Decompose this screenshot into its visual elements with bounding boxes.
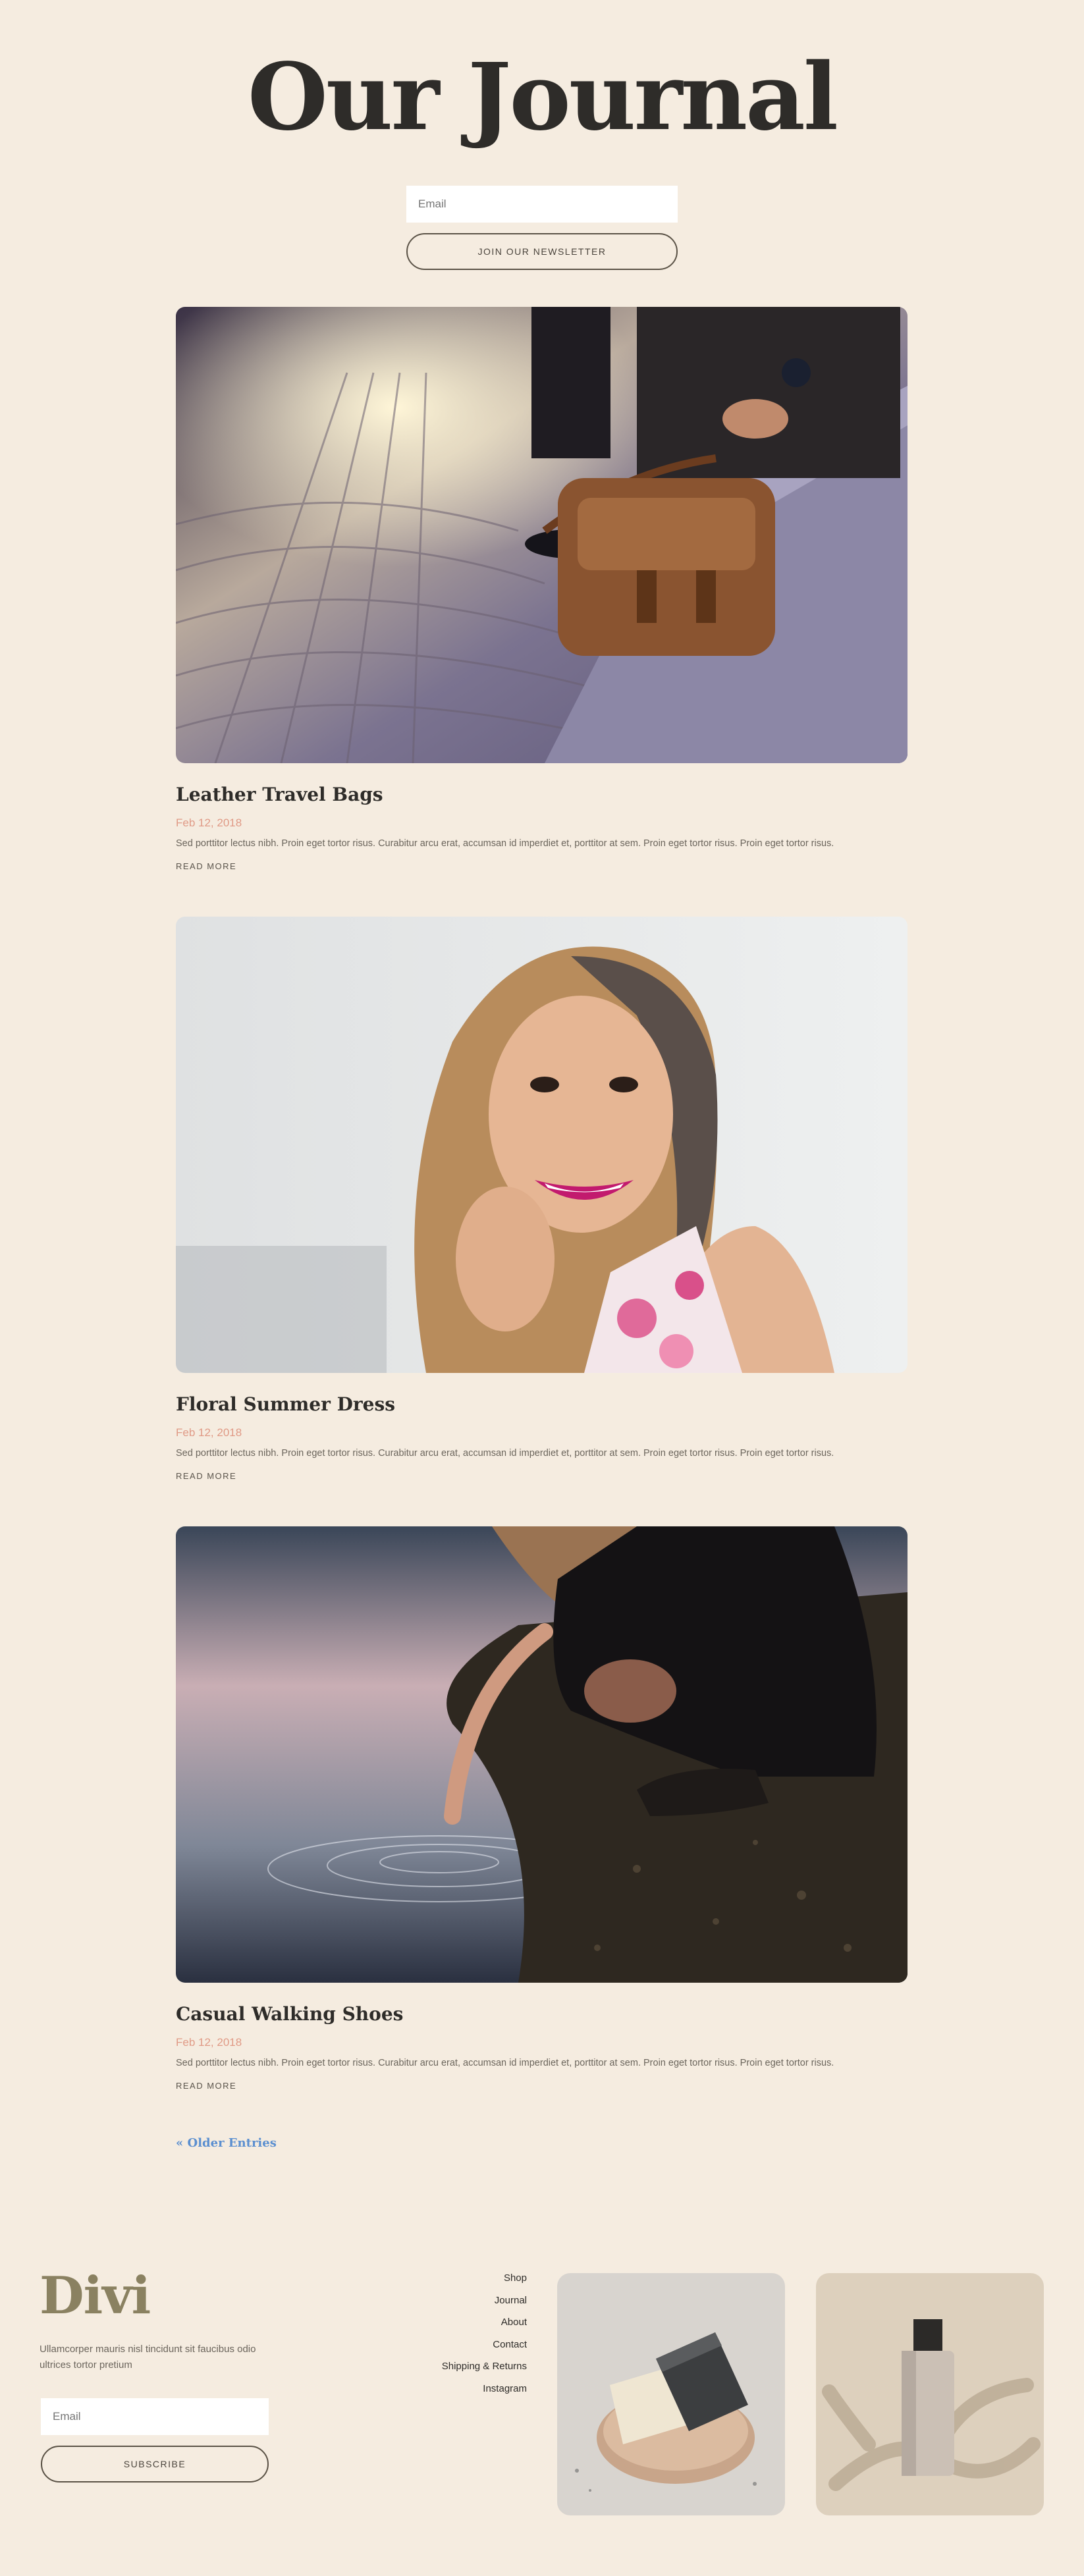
subscribe-button[interactable]: SUBSCRIBE: [41, 2446, 269, 2482]
woman-at-water-photo: [176, 1526, 908, 1983]
post-image-floral-dress[interactable]: [176, 917, 908, 1373]
older-entries-link[interactable]: « Older Entries: [176, 2136, 277, 2150]
post-title[interactable]: Casual Walking Shoes: [176, 2003, 403, 2025]
footer-menu-instagram[interactable]: Instagram: [369, 2382, 527, 2405]
post-date: Feb 12, 2018: [176, 2036, 242, 2049]
post-excerpt: Sed porttitor lectus nibh. Proin eget to…: [176, 838, 834, 849]
newsletter-email-input[interactable]: [406, 186, 678, 223]
read-more-link[interactable]: READ MORE: [176, 2081, 236, 2091]
footer-menu-journal[interactable]: Journal: [369, 2294, 527, 2317]
post-date: Feb 12, 2018: [176, 1426, 242, 1439]
soap-bars-photo: [557, 2273, 785, 2515]
page-title: Our Journal: [247, 43, 838, 151]
footer-menu-contact[interactable]: Contact: [369, 2338, 527, 2361]
post-excerpt: Sed porttitor lectus nibh. Proin eget to…: [176, 1448, 834, 1459]
post-image-walking-shoes[interactable]: [176, 1526, 908, 1983]
footer-image-bottle[interactable]: [816, 2273, 1044, 2515]
footer-description: Ullamcorper mauris nisl tincidunt sit fa…: [40, 2344, 256, 2371]
footer-menu-about[interactable]: About: [369, 2316, 527, 2338]
read-more-link[interactable]: READ MORE: [176, 1471, 236, 1481]
post-excerpt: Sed porttitor lectus nibh. Proin eget to…: [176, 2058, 834, 2068]
footer-logo[interactable]: Divi: [40, 2270, 151, 2322]
post-title[interactable]: Floral Summer Dress: [176, 1393, 395, 1415]
post-title[interactable]: Leather Travel Bags: [176, 784, 383, 805]
leather-bag-photo: [176, 307, 908, 763]
footer-menu-shop[interactable]: Shop: [369, 2272, 527, 2294]
read-more-link[interactable]: READ MORE: [176, 861, 236, 871]
footer-menu-shipping-returns[interactable]: Shipping & Returns: [369, 2360, 527, 2382]
post-image-leather-bag[interactable]: [176, 307, 908, 763]
post-date: Feb 12, 2018: [176, 817, 242, 829]
footer-email-input[interactable]: [41, 2398, 269, 2435]
footer-menu: Shop Journal About Contact Shipping & Re…: [369, 2272, 527, 2404]
join-newsletter-button[interactable]: JOIN OUR NEWSLETTER: [406, 233, 678, 270]
cosmetic-bottle-photo: [816, 2273, 1044, 2515]
footer-image-soap[interactable]: [557, 2273, 785, 2515]
smiling-woman-photo: [176, 917, 908, 1373]
